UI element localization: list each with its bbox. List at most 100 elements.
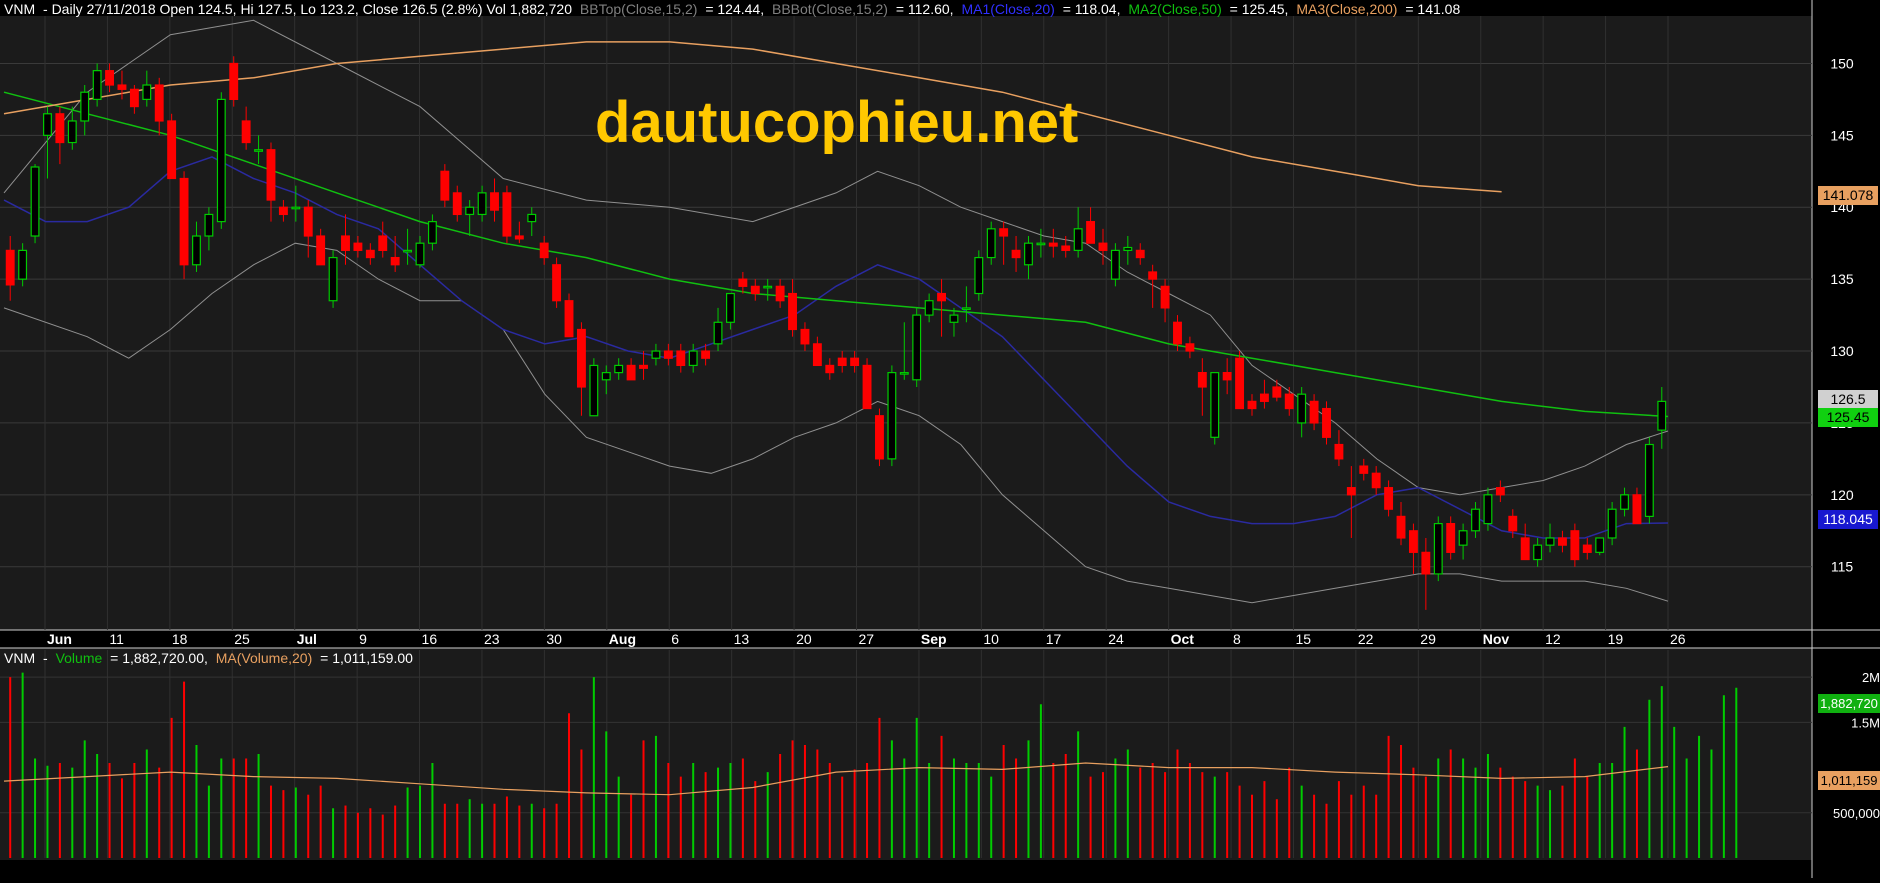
legend-ohlc-info: - Daily 27/11/2018 Open 124.5, Hi 127.5,…	[43, 1, 572, 17]
vol-ma-legend-label: MA(Volume,20)	[216, 650, 312, 666]
candle-body	[1247, 400, 1257, 410]
ma2-value-badge: 125.45	[1818, 408, 1878, 427]
candle-body	[576, 328, 586, 388]
candle-body	[241, 120, 251, 144]
candle-body	[1148, 271, 1158, 280]
candle-body	[5, 249, 15, 286]
candle-body	[837, 357, 847, 367]
candle-body	[1048, 242, 1058, 247]
candle-body	[676, 350, 686, 367]
date-tick-label: 25	[234, 631, 250, 647]
candle-body	[1545, 537, 1555, 546]
candle-body	[999, 228, 1009, 237]
date-tick-label: 11	[109, 631, 124, 647]
candle-body	[490, 192, 499, 211]
candle-body	[192, 235, 201, 266]
candle-body	[564, 300, 574, 338]
legend-bbtop-label: BBTop(Close,15,2)	[580, 1, 698, 17]
candle-body	[1011, 249, 1021, 259]
candle-body	[1495, 487, 1505, 496]
candle-body	[1396, 515, 1406, 539]
candle-body	[154, 84, 164, 122]
ma1-badge-text: 118.045	[1823, 511, 1873, 527]
candle-body	[601, 372, 611, 381]
legend-bbbot-label: BBBot(Close,15,2)	[772, 1, 888, 17]
candle-body	[465, 206, 475, 216]
candle-body	[80, 91, 90, 122]
candle-body	[440, 170, 450, 201]
candle-body	[1073, 228, 1083, 251]
candle-body	[614, 364, 624, 374]
candle-body	[179, 177, 189, 266]
candle-body	[278, 206, 288, 216]
candle-body	[1595, 537, 1605, 553]
date-tick-label: Jul	[297, 631, 317, 647]
candle-body	[775, 285, 785, 302]
candle-body	[1582, 544, 1592, 553]
date-tick-label: 13	[734, 631, 750, 647]
candle-body	[1557, 537, 1567, 546]
candle-body	[1520, 537, 1530, 561]
candle-body	[142, 84, 152, 101]
candle-body	[254, 149, 264, 152]
candle-body	[43, 113, 52, 136]
volume-ma-badge-text: 1,011,159	[1821, 773, 1878, 788]
volume-tick-label: 1.5M	[1851, 715, 1880, 730]
candle-body	[92, 70, 102, 101]
candle-body	[1210, 372, 1220, 438]
candle-body	[986, 228, 996, 259]
candle-body	[1123, 246, 1133, 251]
date-tick-label: 17	[1046, 631, 1062, 647]
candle-body	[229, 62, 239, 101]
ma3-badge-text: 141.078	[1823, 187, 1874, 203]
legend-ma3-value: = 141.08	[1405, 1, 1460, 17]
stock-chart-window: 115120125130135140145150 Jun111825Jul916…	[0, 0, 1880, 878]
candle-body	[539, 242, 549, 259]
candle-body	[589, 364, 599, 417]
candle-body	[403, 249, 413, 253]
date-tick-label: 18	[172, 631, 188, 647]
candle-body	[725, 292, 735, 323]
candle-body	[626, 364, 636, 381]
candle-body	[502, 192, 512, 237]
date-tick-label: 24	[1108, 631, 1124, 647]
legend-ma3-label: MA3(Close,200)	[1296, 1, 1397, 17]
candle-body	[1061, 245, 1071, 251]
candle-body	[1024, 242, 1033, 266]
date-tick-label: 15	[1295, 631, 1311, 647]
candle-body	[552, 264, 562, 302]
candle-body	[1458, 530, 1468, 546]
date-tick-label: 16	[422, 631, 438, 647]
date-tick-label: Jun	[47, 631, 72, 647]
candle-body	[1471, 508, 1480, 532]
date-tick-label: Sep	[921, 631, 947, 647]
candle-body	[1408, 530, 1418, 553]
candle-body	[1384, 487, 1394, 510]
candle-body	[850, 357, 860, 367]
candle-body	[1620, 494, 1629, 510]
candle-body	[1371, 472, 1381, 489]
date-tick-label: 9	[359, 631, 367, 647]
candle-body	[365, 249, 375, 259]
candle-body	[266, 149, 276, 201]
candle-body	[1110, 249, 1120, 280]
candle-body	[1508, 515, 1518, 532]
date-tick-label: 22	[1358, 631, 1374, 647]
candle-body	[1284, 393, 1294, 410]
candle-body	[862, 364, 872, 410]
date-tick-label: 29	[1420, 631, 1436, 647]
date-tick-label: Nov	[1483, 631, 1510, 647]
candle-body	[1433, 522, 1443, 575]
candle-body	[1086, 221, 1096, 244]
candle-body	[1607, 508, 1617, 539]
chart-canvas[interactable]: 115120125130135140145150 Jun111825Jul916…	[0, 0, 1880, 878]
candle-body	[204, 213, 214, 237]
vol-legend-dash: -	[43, 650, 48, 666]
price-legend: VNM - Daily 27/11/2018 Open 124.5, Hi 12…	[4, 1, 1460, 17]
close-badge-text: 126.5	[1830, 391, 1865, 407]
candle-body	[688, 350, 698, 367]
candle-body	[1185, 343, 1195, 352]
date-tick-label: 30	[546, 631, 562, 647]
date-tick-label: Oct	[1171, 631, 1195, 647]
candle-body	[1359, 465, 1369, 474]
